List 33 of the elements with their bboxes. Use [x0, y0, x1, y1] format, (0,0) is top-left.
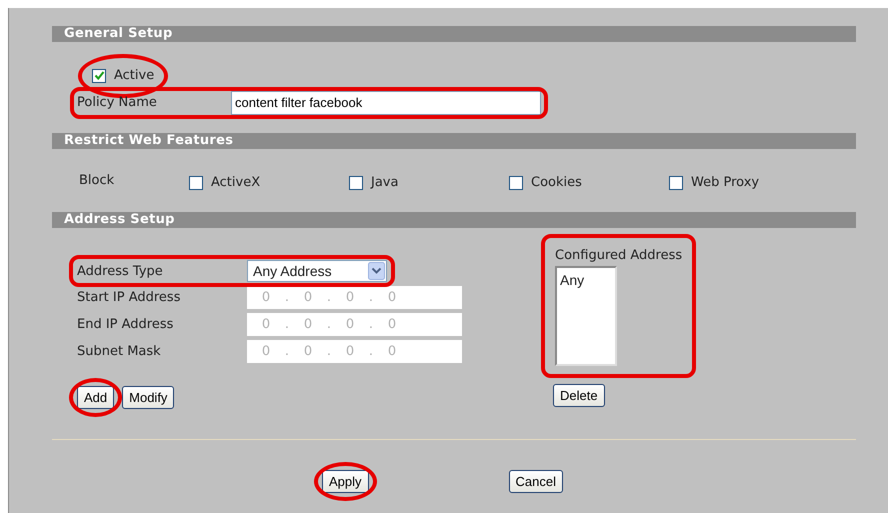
checkbox[interactable]: [669, 176, 683, 190]
list-label: Configured Address: [555, 247, 682, 266]
field-label: Block: [79, 172, 116, 190]
checkbox[interactable]: [92, 68, 106, 83]
section-header: General Setup: [52, 26, 856, 42]
text-field[interactable]: content filter facebook: [231, 90, 541, 115]
checkbox-label: Active: [114, 67, 154, 85]
field-label: Policy Name: [77, 94, 158, 112]
address-type-select[interactable]: Any Address: [247, 260, 387, 282]
field-label: Address Type: [77, 262, 164, 280]
button[interactable]: Cancel: [508, 470, 563, 494]
list-item[interactable]: Any: [560, 270, 612, 291]
ip-address-field: 0 . 0 . 0 . 0: [247, 313, 462, 336]
caret-icon: [368, 262, 385, 280]
checkbox[interactable]: [189, 176, 203, 190]
section-header: Address Setup: [52, 212, 856, 228]
checkbox[interactable]: [509, 176, 523, 190]
button[interactable]: Add: [77, 386, 114, 410]
ip-address-field: 0 . 0 . 0 . 0: [247, 340, 462, 364]
field-label: Start IP Address: [77, 289, 182, 307]
ip-address-field: 0 . 0 . 0 . 0: [247, 286, 462, 310]
button[interactable]: Apply: [322, 470, 369, 494]
field-label: End IP Address: [77, 316, 174, 334]
checkbox-label: Web Proxy: [691, 174, 760, 192]
section-header: Restrict Web Features: [52, 132, 856, 149]
field-label: Subnet Mask: [77, 343, 162, 361]
button[interactable]: Delete: [553, 384, 605, 407]
checkbox-label: Cookies: [531, 174, 582, 192]
checkbox[interactable]: [349, 176, 363, 190]
address-list[interactable]: Any: [555, 266, 617, 366]
checkbox-label: Java: [371, 174, 398, 192]
checkbox-label: ActiveX: [211, 174, 260, 192]
button[interactable]: Modify: [122, 386, 174, 410]
